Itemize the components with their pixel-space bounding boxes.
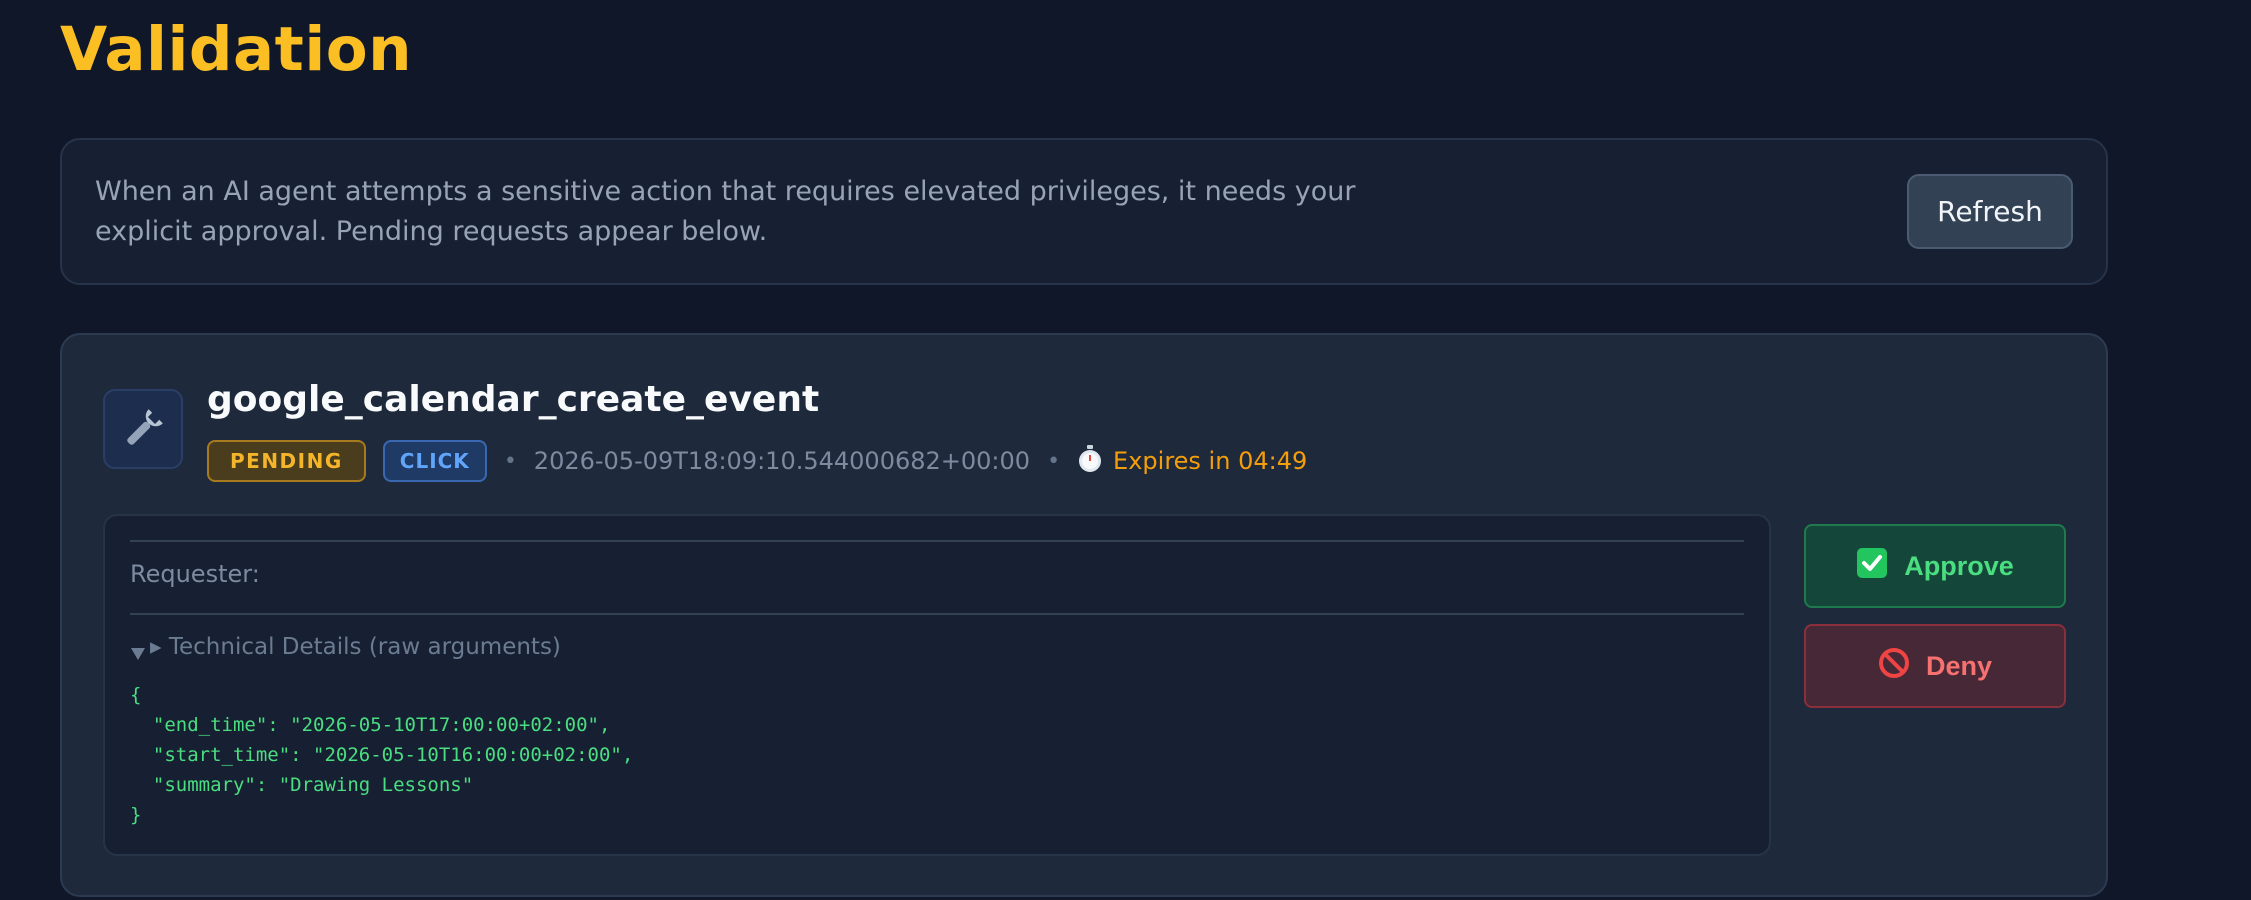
tool-name: google_calendar_create_event [207,379,820,420]
approve-button[interactable]: Approve [1804,524,2066,608]
type-badge: CLICK [382,440,487,482]
info-card: When an AI agent attempts a sensitive ac… [60,138,2108,285]
details-panel: Requester: ▸ Technical Details (raw argu… [103,514,1771,856]
refresh-button[interactable]: Refresh [1907,174,2073,249]
raw-arguments: { "end_time": "2026-05-10T17:00:00+02:00… [130,684,634,826]
request-meta: PENDING CLICK • 2026-05-09T18:09:10.5440… [207,440,1307,482]
technical-details-toggle[interactable]: ▸ Technical Details (raw arguments) [130,634,561,660]
approve-label: Approve [1904,550,2014,581]
caret-down-icon [130,641,146,660]
status-badge: PENDING [207,440,366,482]
requester-label: Requester: [130,560,260,588]
wrench-icon [103,389,183,469]
request-card: google_calendar_create_event PENDING CLI… [60,333,2108,897]
divider [130,540,1744,542]
request-timestamp: 2026-05-09T18:09:10.544000682+00:00 [533,447,1031,475]
check-icon [1856,547,1888,586]
technical-details-label: ▸ Technical Details (raw arguments) [150,634,561,660]
deny-label: Deny [1925,650,1993,681]
divider [130,613,1744,615]
prohibited-icon [1878,647,1910,686]
separator-dot: • [1047,448,1061,474]
page-title: Validation [60,14,413,85]
separator-dot: • [503,448,517,474]
expires-countdown: Expires in 04:49 [1113,447,1308,475]
info-text: When an AI agent attempts a sensitive ac… [95,176,1356,247]
deny-button[interactable]: Deny [1804,624,2066,708]
stopwatch-icon [1077,445,1103,477]
